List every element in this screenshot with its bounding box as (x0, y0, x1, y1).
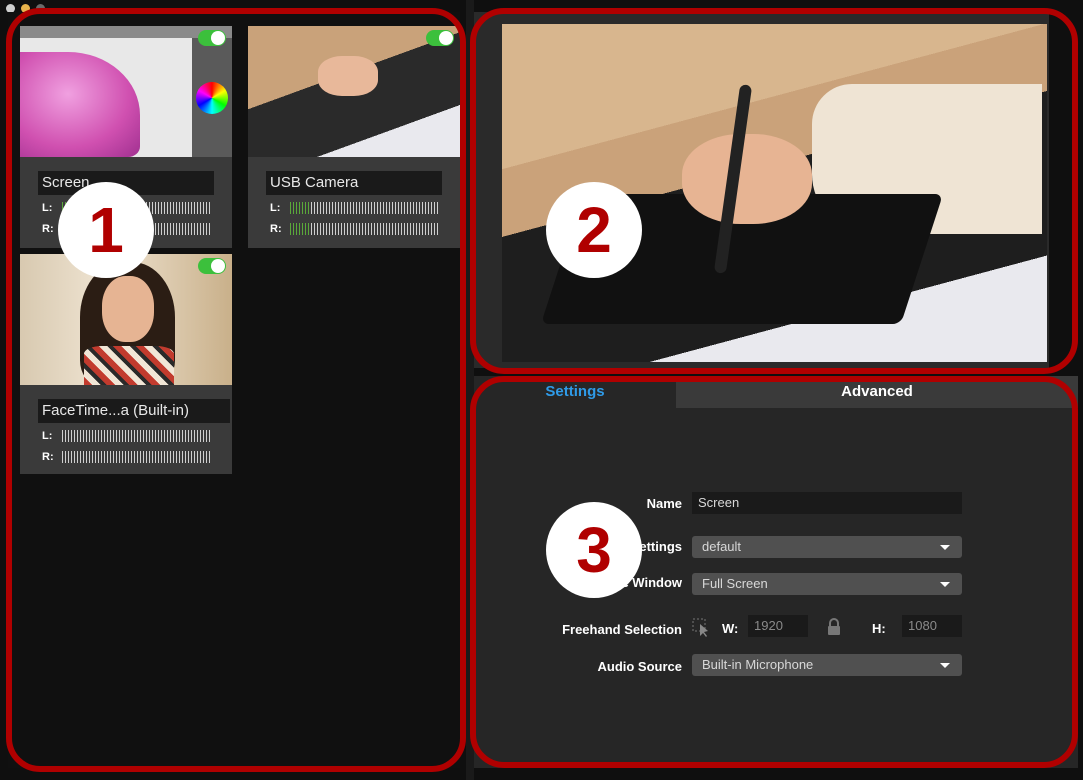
window-select[interactable]: Full Screen (692, 573, 962, 595)
facetime-thumbnail (20, 254, 232, 385)
source-enable-toggle[interactable] (426, 30, 454, 46)
audio-meter-left: L: (270, 200, 446, 216)
freehand-selection-label: Freehand Selection (562, 622, 682, 637)
aspect-lock-icon[interactable] (826, 618, 842, 636)
width-field[interactable]: 1920 (748, 615, 808, 637)
annotation-badge-2: 2 (546, 182, 642, 278)
chevron-down-icon (940, 545, 950, 550)
meter-level-right (290, 223, 311, 235)
source-card-facetime[interactable]: FaceTime...a (Built-in) L: R: (20, 254, 232, 474)
screen-thumbnail (20, 26, 232, 157)
chevron-down-icon (940, 663, 950, 668)
sources-panel: Screen L: R: USB Camera L: R: FaceTime..… (8, 12, 460, 768)
chevron-down-icon (940, 582, 950, 587)
panel-divider[interactable] (466, 0, 474, 780)
audio-meter-right: R: (42, 449, 218, 465)
name-label: Name (646, 496, 682, 511)
tab-advanced[interactable]: Advanced (676, 376, 1078, 408)
name-field[interactable]: Screen (692, 492, 962, 514)
audio-source-select[interactable]: Built-in Microphone (692, 654, 962, 676)
width-label: W: (722, 621, 739, 636)
color-wheel-icon (196, 82, 228, 114)
source-name: USB Camera (266, 171, 442, 195)
freehand-select-icon[interactable] (692, 618, 710, 638)
audio-source-label: Audio Source (597, 659, 682, 674)
source-enable-toggle[interactable] (198, 258, 226, 274)
annotation-badge-1: 1 (58, 182, 154, 278)
source-enable-toggle[interactable] (198, 30, 226, 46)
audio-meter-left: L: (42, 428, 218, 444)
audio-meter-right: R: (270, 221, 446, 237)
usb-camera-thumbnail (248, 26, 460, 157)
meter-level-left (290, 202, 311, 214)
settings-select[interactable]: default (692, 536, 962, 558)
height-label: H: (872, 621, 886, 636)
settings-label: ettings (639, 539, 682, 554)
source-card-usb-camera[interactable]: USB Camera L: R: (248, 26, 460, 248)
preview-panel (474, 12, 1049, 368)
height-field[interactable]: 1080 (902, 615, 962, 637)
annotation-badge-3: 3 (546, 502, 642, 598)
source-name: FaceTime...a (Built-in) (38, 399, 230, 423)
tab-settings[interactable]: Settings (474, 376, 676, 408)
